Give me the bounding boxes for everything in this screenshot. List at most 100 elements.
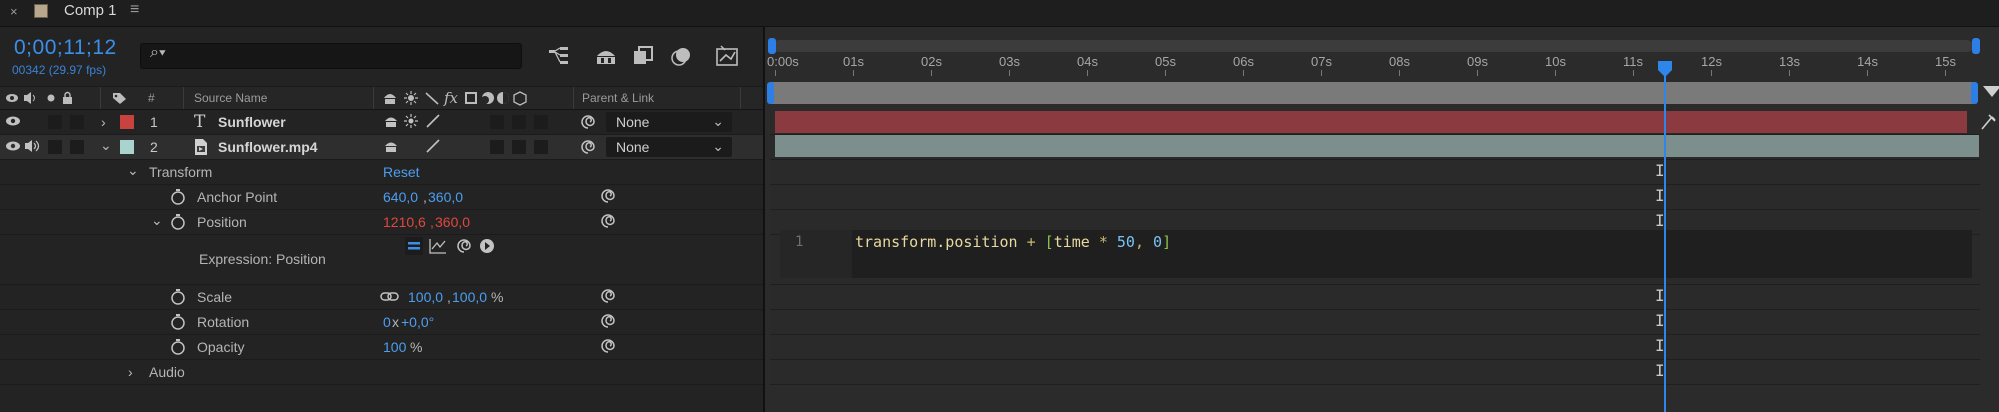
position-y[interactable]: 360,0 xyxy=(435,214,470,230)
ruler-tick xyxy=(1555,70,1556,76)
layer-1-duration-bar[interactable] xyxy=(775,111,1967,133)
stopwatch-icon[interactable] xyxy=(170,313,186,333)
stopwatch-icon[interactable] xyxy=(170,288,186,308)
graph-editor-icon[interactable] xyxy=(714,44,740,68)
anchor-point-y[interactable]: 360,0 xyxy=(428,189,463,205)
motion-blur-icon[interactable] xyxy=(668,44,694,68)
expand-chevron-icon[interactable]: › xyxy=(128,364,133,380)
parent-dropdown[interactable]: None ⌄ xyxy=(606,112,732,132)
parent-dropdown[interactable]: None ⌄ xyxy=(606,137,732,157)
stopwatch-icon[interactable] xyxy=(170,213,186,233)
eye-icon[interactable] xyxy=(5,114,21,131)
chevron-down-icon[interactable]: ⌄ xyxy=(127,162,139,179)
stopwatch-icon[interactable] xyxy=(170,338,186,358)
chevron-down-icon[interactable]: ⌄ xyxy=(151,212,163,229)
label-tag-icon[interactable] xyxy=(112,91,128,108)
rotation-row[interactable]: Rotation 0 x +0,0° xyxy=(0,310,763,335)
playhead-handle-icon[interactable] xyxy=(1657,60,1673,81)
anchor-point-row[interactable]: Anchor Point 640,0 , 360,0 xyxy=(0,185,763,210)
scale-unit: % xyxy=(491,289,504,305)
transform-group-row[interactable]: ⌄ Transform Reset xyxy=(0,160,763,185)
pick-whip-icon[interactable] xyxy=(600,213,616,232)
lock-toggle[interactable] xyxy=(70,140,84,154)
quality-switch-icon[interactable] xyxy=(426,114,440,131)
audio-group-row[interactable]: › Audio xyxy=(0,360,763,385)
pick-whip-icon[interactable] xyxy=(580,114,596,133)
scale-x[interactable]: 100,0 xyxy=(408,289,443,305)
3d-toggle[interactable] xyxy=(534,140,548,154)
quality-switch-icon[interactable] xyxy=(426,139,440,156)
layer-name[interactable]: Sunflower.mp4 xyxy=(218,139,318,155)
layer-row-2[interactable]: ⌄ 2 Sunflower.mp4 None ⌄ xyxy=(0,135,763,160)
rotation-degrees[interactable]: +0,0° xyxy=(401,314,434,330)
current-timecode[interactable]: 0;00;11;12 xyxy=(14,36,117,60)
scale-y[interactable]: 100,0 xyxy=(452,289,487,305)
pick-whip-icon[interactable] xyxy=(600,313,616,332)
av-visibility-icon[interactable] xyxy=(5,91,73,108)
opacity-value[interactable]: 100 xyxy=(383,339,406,355)
3d-toggle[interactable] xyxy=(534,115,548,129)
expression-graph-icon[interactable] xyxy=(429,238,447,257)
shy-switch-icon[interactable] xyxy=(384,139,398,156)
current-time-indicator[interactable] xyxy=(1664,62,1667,412)
motion-blur-toggle[interactable] xyxy=(490,140,504,154)
comp-marker-bin-icon[interactable] xyxy=(1983,86,1999,97)
ruler-tick xyxy=(1399,70,1400,76)
scale-row[interactable]: Scale 100,0 , 100,0 % xyxy=(0,285,763,310)
layer-search-input[interactable] xyxy=(140,43,522,69)
pick-whip-icon[interactable] xyxy=(600,188,616,207)
layer-2-duration-bar[interactable] xyxy=(775,135,1979,157)
constrain-proportions-icon[interactable] xyxy=(380,290,400,306)
anchor-point-x[interactable]: 640,0 xyxy=(383,189,418,205)
time-navigator-start-handle[interactable] xyxy=(768,38,776,54)
ruler-label: 01s xyxy=(843,54,864,69)
audio-speaker-icon[interactable] xyxy=(24,139,42,156)
enable-expression-icon[interactable] xyxy=(405,237,423,258)
source-name-column[interactable]: Source Name xyxy=(194,91,267,105)
expression-code[interactable]: transform.position + [time * 50, 0] xyxy=(855,233,1171,251)
work-area-start-handle[interactable] xyxy=(767,82,774,104)
time-navigator-end-handle[interactable] xyxy=(1972,38,1980,54)
comp-tab-title[interactable]: Comp 1 xyxy=(64,2,117,19)
ibeam-marker-icon: I xyxy=(1655,186,1665,205)
layer-end-marker-icon xyxy=(1980,113,1998,134)
adjustment-toggle[interactable] xyxy=(512,140,526,154)
motion-blur-toggle[interactable] xyxy=(490,115,504,129)
close-tab-button[interactable]: × xyxy=(10,4,18,19)
layer-label-color[interactable] xyxy=(120,115,134,129)
layer-label-color[interactable] xyxy=(120,140,134,154)
collapse-switch-icon[interactable] xyxy=(404,114,418,131)
rotation-turns[interactable]: 0 xyxy=(383,314,391,330)
solo-toggle[interactable] xyxy=(48,140,62,154)
opacity-row[interactable]: Opacity 100 % xyxy=(0,335,763,360)
time-navigator-bar[interactable] xyxy=(773,40,1973,52)
ruler-label: 13s xyxy=(1779,54,1800,69)
position-x[interactable]: 1210,6 xyxy=(383,214,426,230)
frame-blending-icon[interactable] xyxy=(630,44,656,68)
reset-link[interactable]: Reset xyxy=(383,164,420,180)
stopwatch-icon[interactable] xyxy=(170,188,186,208)
work-area-end-handle[interactable] xyxy=(1971,82,1978,104)
pick-whip-icon[interactable] xyxy=(580,139,596,158)
work-area-bar[interactable] xyxy=(770,82,1973,104)
layer-name[interactable]: Sunflower xyxy=(218,114,286,130)
expression-language-menu-icon[interactable] xyxy=(479,238,495,257)
layer-row-1[interactable]: › 1 T Sunflower None ⌄ xyxy=(0,110,763,135)
lock-toggle[interactable] xyxy=(70,115,84,129)
expand-chevron-icon[interactable]: › xyxy=(101,114,106,130)
eye-icon[interactable] xyxy=(5,139,21,156)
shy-layers-icon[interactable] xyxy=(593,44,619,68)
tab-menu-icon[interactable]: ≡ xyxy=(130,1,139,19)
adjustment-toggle[interactable] xyxy=(512,115,526,129)
composition-mini-flowchart-icon[interactable] xyxy=(546,44,572,68)
pick-whip-icon[interactable] xyxy=(600,288,616,307)
ibeam-marker-icon: I xyxy=(1655,286,1665,305)
shy-switch-icon[interactable] xyxy=(384,114,398,131)
search-icon[interactable]: ⌕▾ xyxy=(150,44,166,62)
expression-pick-whip-icon[interactable] xyxy=(456,238,472,257)
solo-toggle[interactable] xyxy=(48,115,62,129)
position-row[interactable]: ⌄ Position 1210,6 , 360,0 xyxy=(0,210,763,235)
expand-chevron-down-icon[interactable]: ⌄ xyxy=(100,137,112,154)
parent-link-column[interactable]: Parent & Link xyxy=(582,91,654,105)
pick-whip-icon[interactable] xyxy=(600,338,616,357)
